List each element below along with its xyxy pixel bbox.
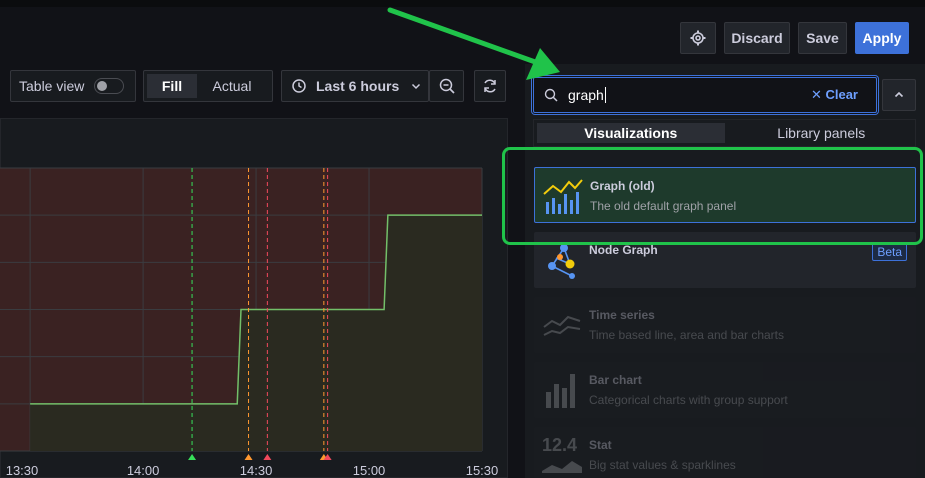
x-tick-label: 14:00 bbox=[126, 463, 160, 478]
highlight-box bbox=[502, 147, 923, 245]
gear-icon bbox=[690, 30, 706, 46]
x-tick-label: 14:30 bbox=[239, 463, 273, 478]
bar-chart-icon bbox=[546, 374, 575, 408]
result-description: Time based line, area and bar charts bbox=[589, 328, 784, 342]
stat-icon-text: 12.4 bbox=[542, 435, 578, 455]
apply-button[interactable]: Apply bbox=[855, 22, 909, 54]
time-series-icon bbox=[543, 315, 581, 336]
result-description: Big stat values & sparklines bbox=[589, 458, 736, 472]
chevron-up-icon bbox=[894, 91, 904, 98]
node-graph-icon bbox=[548, 244, 575, 279]
clear-search-button[interactable]: ✕ Clear bbox=[811, 87, 858, 103]
search-icon bbox=[544, 88, 558, 102]
x-tick-label: 15:30 bbox=[465, 463, 499, 478]
annotation-marker bbox=[244, 454, 253, 460]
x-tick-label: 15:00 bbox=[352, 463, 386, 478]
annotation-marker bbox=[263, 454, 272, 460]
tab-visualizations[interactable]: Visualizations bbox=[537, 123, 725, 143]
discard-button[interactable]: Discard bbox=[724, 22, 790, 54]
result-stat[interactable]: 12.4 Stat Big stat values & sparklines bbox=[534, 427, 916, 478]
search-query: graph bbox=[568, 87, 604, 103]
collapse-pane-button[interactable] bbox=[882, 79, 916, 111]
save-button[interactable]: Save bbox=[798, 22, 847, 54]
text-cursor bbox=[604, 87, 606, 103]
result-time-series[interactable]: Time series Time based line, area and ba… bbox=[534, 297, 916, 353]
pane-scrollbar[interactable] bbox=[916, 64, 925, 478]
close-icon: ✕ bbox=[810, 87, 822, 102]
clear-label: Clear bbox=[825, 87, 858, 102]
x-tick-label: 13:30 bbox=[5, 463, 39, 478]
graph-chart bbox=[0, 167, 483, 460]
settings-button[interactable] bbox=[680, 22, 716, 54]
visualization-search-input[interactable]: graph ✕ Clear bbox=[533, 77, 877, 113]
result-title: Time series bbox=[589, 308, 655, 322]
result-title: Node Graph bbox=[589, 243, 658, 257]
stat-icon: 12.4 bbox=[542, 435, 582, 475]
tab-library-panels[interactable]: Library panels bbox=[728, 120, 916, 146]
annotation-marker bbox=[188, 454, 197, 460]
result-description: Categorical charts with group support bbox=[589, 393, 788, 407]
picker-tabs: Visualizations Library panels bbox=[533, 119, 916, 147]
result-title: Stat bbox=[589, 438, 612, 452]
result-bar-chart[interactable]: Bar chart Categorical charts with group … bbox=[534, 362, 916, 418]
beta-badge: Beta bbox=[872, 243, 907, 261]
result-title: Bar chart bbox=[589, 373, 642, 387]
